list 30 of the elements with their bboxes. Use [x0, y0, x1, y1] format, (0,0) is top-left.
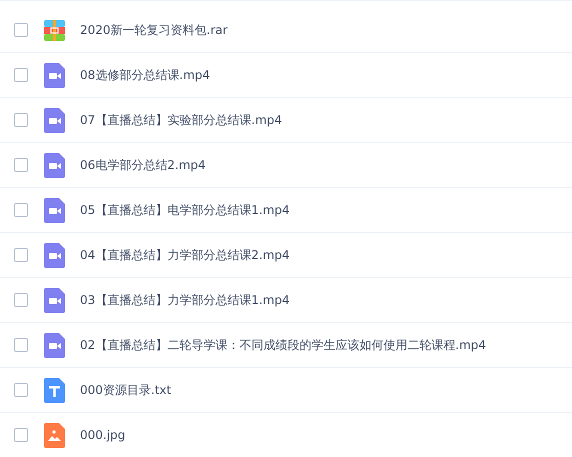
checkbox[interactable]	[14, 338, 28, 352]
checkbox[interactable]	[14, 428, 28, 442]
video-file-icon	[44, 152, 65, 178]
file-name[interactable]: 05【直播总结】电学部分总结课1.mp4	[80, 201, 290, 219]
file-name[interactable]: 03【直播总结】力学部分总结课1.mp4	[80, 291, 290, 309]
video-file-icon	[44, 62, 65, 88]
video-file-icon	[44, 288, 65, 312]
checkbox[interactable]	[14, 158, 28, 172]
file-name[interactable]: 08选修部分总结课.mp4	[80, 66, 210, 84]
file-name[interactable]: 000资源目录.txt	[80, 381, 172, 399]
checkbox[interactable]	[14, 293, 28, 307]
video-file-icon	[44, 198, 65, 222]
checkbox[interactable]	[14, 68, 28, 82]
image-file-icon	[44, 422, 65, 448]
file-name[interactable]: 000.jpg	[80, 426, 126, 444]
checkbox[interactable]	[14, 203, 28, 217]
file-name[interactable]: 2020新一轮复习资料包.rar	[80, 21, 228, 39]
checkbox[interactable]	[14, 383, 28, 397]
archive-icon	[44, 20, 65, 40]
file-name[interactable]: 07【直播总结】实验部分总结课.mp4	[80, 111, 282, 129]
checkbox[interactable]	[14, 23, 28, 37]
video-file-icon	[44, 108, 65, 132]
video-file-icon	[44, 332, 65, 358]
text-file-icon	[44, 378, 65, 402]
checkbox[interactable]	[14, 248, 28, 262]
file-name[interactable]: 02【直播总结】二轮导学课：不同成绩段的学生应该如何使用二轮课程.mp4	[80, 336, 486, 354]
video-file-icon	[44, 242, 65, 268]
file-name[interactable]: 04【直播总结】力学部分总结课2.mp4	[80, 246, 290, 264]
file-name[interactable]: 06电学部分总结2.mp4	[80, 156, 206, 174]
checkbox[interactable]	[14, 113, 28, 127]
